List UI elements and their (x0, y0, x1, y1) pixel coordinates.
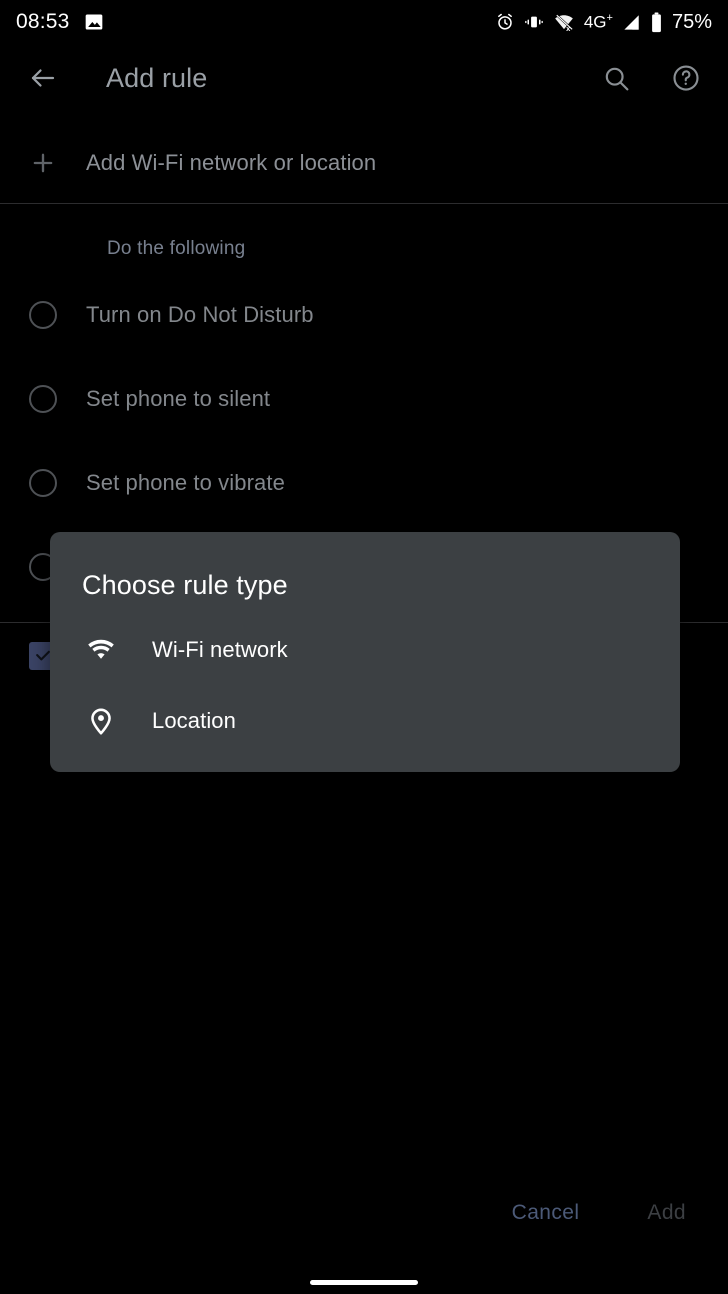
dialog-item-label: Wi-Fi network (152, 637, 288, 662)
add-row-label: Add Wi-Fi network or location (86, 150, 377, 175)
option-label: Set phone to silent (86, 386, 271, 411)
option-row-vibrate[interactable]: Set phone to vibrate (0, 455, 728, 511)
battery-percent-label: 75% (671, 10, 712, 33)
wifi-off-icon: x (553, 12, 575, 32)
arrow-back-icon (28, 63, 58, 93)
dialog-item-wifi-network[interactable]: Wi-Fi network (50, 622, 680, 678)
search-icon (602, 64, 631, 93)
option-row-do-not-disturb[interactable]: Turn on Do Not Disturb (0, 287, 728, 343)
footer-actions: Cancel Add (0, 1186, 728, 1240)
back-button[interactable] (16, 51, 70, 105)
add-wifi-or-location-row[interactable]: Add Wi-Fi network or location (0, 124, 728, 202)
dialog-title: Choose rule type (82, 570, 288, 600)
network-type-label: 4G+ (583, 12, 613, 32)
option-label: Set phone to vibrate (86, 470, 285, 495)
image-icon (84, 12, 104, 32)
signal-icon (622, 13, 641, 32)
radio-button[interactable] (0, 469, 86, 497)
dialog-item-location[interactable]: Location (50, 693, 680, 749)
add-button[interactable]: Add (647, 1201, 686, 1225)
toolbar: Add rule (0, 44, 728, 112)
divider-top (0, 203, 728, 204)
page-title: Add rule (106, 62, 208, 93)
home-gesture-bar[interactable] (310, 1280, 418, 1285)
choose-rule-type-dialog: Choose rule type Wi-Fi network Location (50, 532, 680, 772)
option-label: Turn on Do Not Disturb (86, 302, 314, 327)
status-bar-right: x 4G+ 75% (495, 11, 712, 34)
alarm-icon (495, 12, 515, 32)
dialog-item-label: Location (152, 708, 236, 733)
search-button[interactable] (590, 52, 642, 104)
radio-button[interactable] (0, 301, 86, 329)
radio-button[interactable] (0, 385, 86, 413)
battery-icon (650, 11, 663, 33)
vibrate-icon (524, 12, 544, 32)
status-bar: 08:53 x 4G+ 75% (0, 0, 728, 44)
option-row-silent[interactable]: Set phone to silent (0, 371, 728, 427)
status-bar-left: 08:53 (16, 10, 104, 34)
help-circle-icon (671, 63, 701, 93)
cancel-button[interactable]: Cancel (512, 1201, 580, 1225)
section-header: Do the following (107, 238, 246, 259)
location-pin-icon (50, 705, 152, 737)
plus-icon (0, 149, 86, 177)
toolbar-actions (590, 52, 712, 104)
help-button[interactable] (660, 52, 712, 104)
wifi-icon (50, 634, 152, 666)
status-clock: 08:53 (16, 10, 70, 33)
